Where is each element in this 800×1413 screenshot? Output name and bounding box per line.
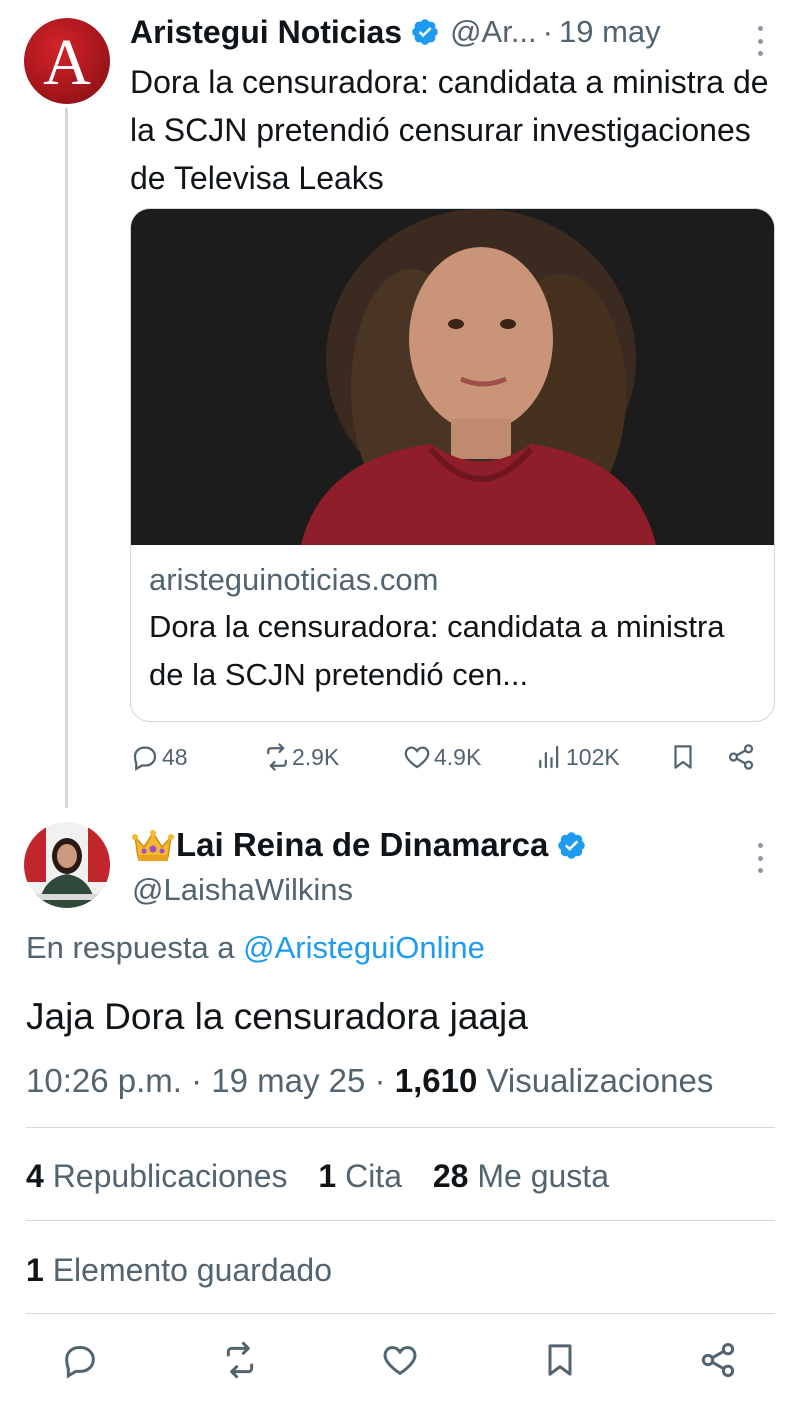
repost-icon	[267, 743, 287, 771]
views-count: 1,610	[394, 1062, 478, 1099]
author-handle[interactable]: @Ar...	[450, 14, 537, 50]
tweet-date[interactable]: 19 may	[559, 14, 661, 50]
like-count: 4.9K	[434, 743, 482, 770]
bookmarks-label: Elemento guardado	[52, 1252, 332, 1288]
tweet-header: Aristegui Noticias @Ar... · 19 may	[130, 10, 770, 54]
reply-to-line: En respuesta a @AristeguiOnline	[26, 930, 485, 966]
tweet-time[interactable]: 10:26 p.m.	[26, 1062, 182, 1099]
card-image	[131, 209, 774, 545]
kebab-icon[interactable]	[756, 843, 764, 873]
separator-dot: ·	[191, 1062, 203, 1099]
like-icon	[383, 1345, 417, 1376]
likes-count: 28	[432, 1158, 469, 1194]
reply-icon	[65, 1346, 95, 1379]
tweet-full-date[interactable]: 19 may 25	[211, 1062, 365, 1099]
avatar-laisha[interactable]	[24, 822, 110, 908]
original-tweet[interactable]: Aristegui Noticias @Ar... · 19 may Dora …	[130, 10, 770, 202]
aristegui-logo: A	[43, 26, 91, 99]
reply-count: 48	[162, 743, 188, 770]
link-card[interactable]: aristeguinoticias.com Dora la censurador…	[130, 208, 775, 722]
share-button[interactable]	[698, 1340, 738, 1385]
reply-tweet-text: Jaja Dora la censuradora jaaja	[26, 996, 528, 1037]
repost-count: 2.9K	[292, 743, 340, 770]
reply-tweet-actions	[0, 1340, 800, 1390]
repost-button[interactable]: 2.9K	[262, 742, 339, 772]
bookmark-icon	[548, 1344, 572, 1376]
divider	[26, 1127, 775, 1128]
reposts-label: Republicaciones	[52, 1158, 288, 1194]
engagement-stats: 4 Republicaciones 1 Cita 28 Me gusta	[26, 1158, 609, 1195]
reply-button[interactable]	[60, 1340, 100, 1385]
share-icon	[701, 1343, 735, 1377]
avatar-aristegui[interactable]: A	[24, 18, 110, 104]
bookmark-button[interactable]	[540, 1340, 580, 1385]
reply-tweet-header: Lai Reina de Dinamarca @LaishaWilkins	[132, 822, 772, 912]
card-meta: aristeguinoticias.com Dora la censurador…	[131, 545, 774, 699]
reply-to-prefix: En respuesta a	[26, 930, 235, 965]
verified-badge-icon	[412, 19, 438, 45]
divider	[26, 1313, 775, 1314]
bookmarks-count: 1	[26, 1252, 44, 1288]
separator-dot: ·	[542, 14, 553, 49]
reposts-stat[interactable]: 4 Republicaciones	[26, 1158, 288, 1194]
thread-line	[65, 108, 68, 808]
card-title: Dora la censuradora: candidata a ministr…	[149, 609, 725, 692]
reply-author-handle[interactable]: @LaishaWilkins	[132, 868, 772, 912]
quotes-stat[interactable]: 1 Cita	[318, 1158, 402, 1194]
views-label: Visualizaciones	[486, 1062, 714, 1099]
views-count: 102K	[566, 743, 620, 770]
quotes-label: Cita	[345, 1158, 402, 1194]
share-icon	[728, 744, 754, 770]
repost-button[interactable]	[220, 1340, 260, 1385]
tweet-timestamp: 10:26 p.m. · 19 may 25 · 1,610 Visualiza…	[26, 1062, 713, 1100]
author-name[interactable]: Aristegui Noticias	[130, 14, 402, 51]
likes-label: Me gusta	[477, 1158, 609, 1194]
card-domain: aristeguinoticias.com	[149, 562, 439, 597]
bookmark-button[interactable]	[668, 742, 698, 772]
views-icon	[539, 745, 559, 769]
crown-emoji-icon	[132, 830, 174, 861]
bookmark-icon	[674, 745, 692, 769]
like-button[interactable]	[380, 1340, 420, 1385]
repost-icon	[226, 1341, 254, 1379]
reply-button[interactable]: 48	[130, 742, 188, 772]
reposts-count: 4	[26, 1158, 44, 1194]
tweet-actions: 48 2.9K 4.9K 102K	[130, 742, 770, 782]
card-photo-illustration	[131, 209, 774, 545]
separator-dot: ·	[374, 1062, 386, 1099]
verified-badge-icon	[558, 831, 586, 859]
tweet-text: Dora la censuradora: candidata a ministr…	[130, 64, 769, 196]
reply-icon	[133, 746, 157, 771]
reply-to-mention[interactable]: @AristeguiOnline	[243, 930, 485, 965]
views-button[interactable]: 102K	[534, 742, 620, 772]
like-button[interactable]: 4.9K	[402, 742, 481, 772]
avatar-photo-illustration	[24, 822, 110, 908]
like-icon	[404, 746, 430, 769]
divider	[26, 1220, 775, 1221]
kebab-icon[interactable]	[756, 26, 764, 56]
reply-author-name[interactable]: Lai Reina de Dinamarca	[176, 826, 548, 864]
quotes-count: 1	[318, 1158, 337, 1194]
bookmarks-stat[interactable]: 1 Elemento guardado	[26, 1252, 332, 1289]
share-button[interactable]	[726, 742, 756, 772]
likes-stat[interactable]: 28 Me gusta	[433, 1158, 609, 1194]
